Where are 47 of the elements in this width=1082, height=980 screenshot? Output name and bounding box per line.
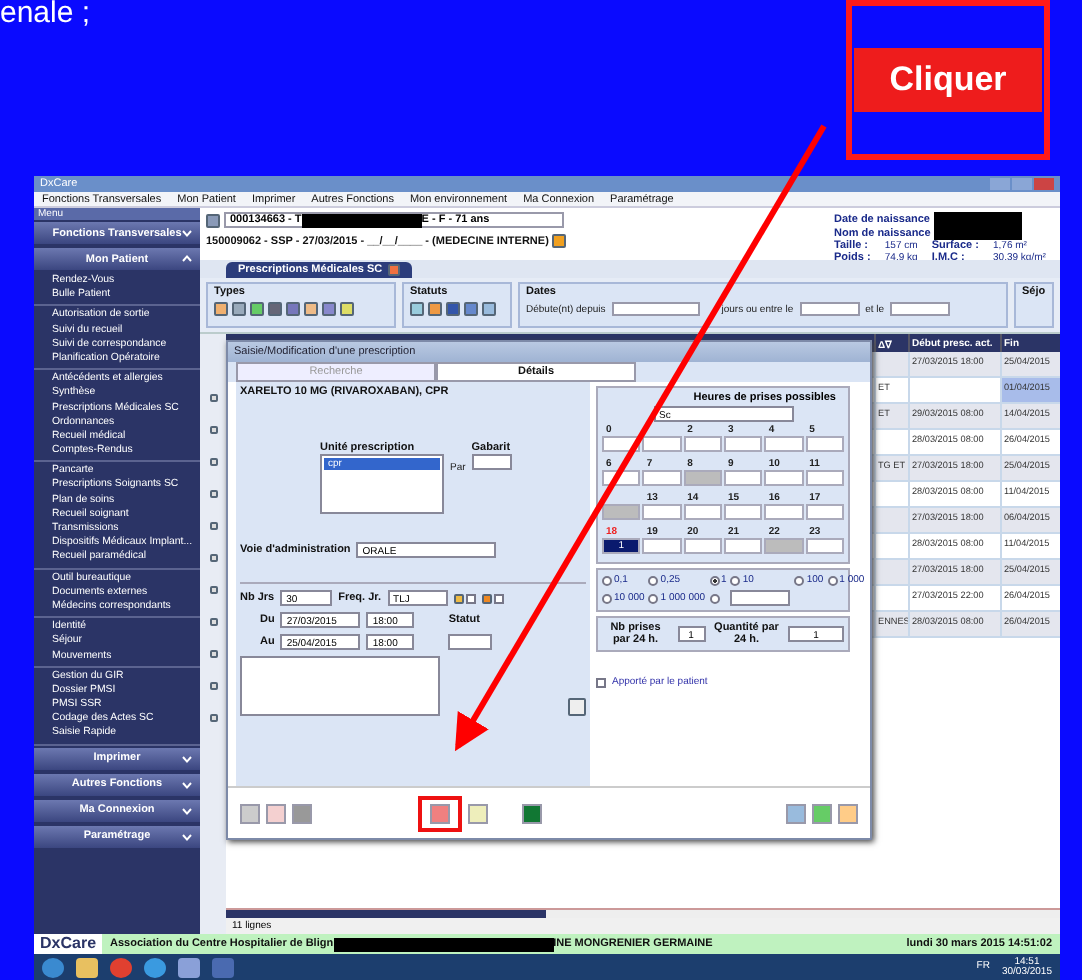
- template-select[interactable]: [471, 454, 512, 470]
- radio-button[interactable]: [794, 575, 805, 585]
- hour-field[interactable]: [805, 470, 844, 486]
- hour-field[interactable]: [805, 504, 844, 520]
- radio-button[interactable]: [709, 593, 720, 603]
- hour-field[interactable]: [764, 470, 804, 486]
- scrollbar-thumb[interactable]: [226, 910, 546, 918]
- comment-field[interactable]: [240, 656, 440, 716]
- hour-field[interactable]: [805, 538, 844, 554]
- status-select[interactable]: [448, 634, 493, 650]
- slide-caption: enale ;: [0, 0, 91, 30]
- hour-field[interactable]: [683, 504, 722, 520]
- hour-field[interactable]: [683, 470, 722, 486]
- hour-field[interactable]: [724, 538, 763, 554]
- checkbox[interactable]: [596, 677, 606, 687]
- radio-button[interactable]: [602, 575, 612, 585]
- callout-label: Cliquer: [854, 48, 1042, 112]
- scale-field[interactable]: [730, 590, 791, 606]
- hour-field[interactable]: [642, 470, 682, 486]
- hour-field[interactable]: [764, 436, 804, 452]
- radio-button[interactable]: [730, 575, 741, 585]
- hour-field[interactable]: [805, 436, 844, 452]
- logo: DxCare: [34, 934, 103, 954]
- radio-button[interactable]: [602, 593, 612, 603]
- redaction-bar: [301, 213, 422, 227]
- radio-button[interactable]: [827, 575, 838, 585]
- hour-field[interactable]: [642, 538, 682, 554]
- hour-field[interactable]: [642, 504, 682, 520]
- days-field[interactable]: [611, 302, 700, 316]
- hour-field[interactable]: [764, 538, 804, 554]
- start-date-field[interactable]: [799, 302, 860, 316]
- radio-button[interactable]: [648, 593, 659, 603]
- radio-button[interactable]: [648, 575, 659, 585]
- hour-field[interactable]: [764, 504, 804, 520]
- hour-field[interactable]: [724, 470, 763, 486]
- collapse-icon[interactable]: [182, 254, 192, 264]
- stopwatch-icon[interactable]: [568, 698, 586, 716]
- end-date-field[interactable]: [890, 302, 951, 316]
- hour-field[interactable]: [683, 436, 722, 452]
- hour-field[interactable]: [683, 538, 722, 554]
- hour-field[interactable]: [724, 504, 763, 520]
- hour-field[interactable]: [724, 436, 763, 452]
- radio-button[interactable]: [709, 575, 720, 585]
- checkbox[interactable]: [493, 593, 504, 603]
- hour-field[interactable]: [642, 436, 682, 452]
- hour-field[interactable]: [602, 504, 641, 520]
- checkbox[interactable]: [465, 593, 476, 603]
